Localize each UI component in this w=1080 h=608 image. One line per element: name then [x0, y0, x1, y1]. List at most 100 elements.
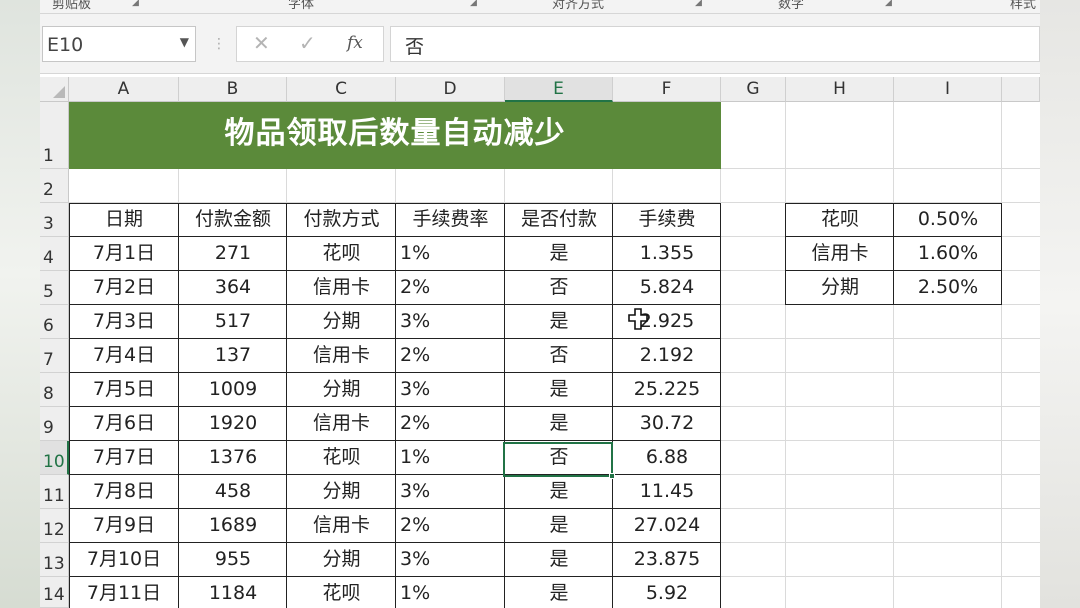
cell-fee[interactable]: 6.88	[613, 441, 721, 475]
cell-fee-rate[interactable]: 3%	[396, 373, 505, 407]
cell-payment-method[interactable]: 信用卡	[287, 339, 396, 373]
cell-date[interactable]: 7月6日	[69, 407, 179, 441]
dialog-launcher-icon[interactable]: ◢	[470, 0, 480, 8]
checkmark-icon[interactable]: ✓	[299, 31, 316, 55]
row-header-3[interactable]: 3	[40, 203, 69, 237]
row-header-9[interactable]: 9	[40, 407, 69, 441]
select-all-button[interactable]	[40, 77, 69, 102]
cell-payment-method[interactable]: 信用卡	[287, 509, 396, 543]
cell-date[interactable]: 7月11日	[69, 577, 179, 608]
cell-fee[interactable]: 23.875	[613, 543, 721, 577]
cell-fee[interactable]: 1.355	[613, 237, 721, 271]
column-header-f[interactable]: F	[613, 77, 721, 102]
cell-date[interactable]: 7月10日	[69, 543, 179, 577]
cell-fee[interactable]: 25.225	[613, 373, 721, 407]
cell-amount[interactable]: 1009	[179, 373, 287, 407]
cell-amount[interactable]: 271	[179, 237, 287, 271]
cell-amount[interactable]: 137	[179, 339, 287, 373]
column-header-a[interactable]: A	[69, 77, 179, 102]
cell-date[interactable]: 7月2日	[69, 271, 179, 305]
cell-paid[interactable]: 是	[505, 407, 613, 441]
cell-date[interactable]: 7月1日	[69, 237, 179, 271]
header-cell-payment-method[interactable]: 付款方式	[287, 203, 396, 237]
column-header-d[interactable]: D	[396, 77, 505, 102]
ribbon-group-alignment[interactable]: 对齐方式	[552, 0, 604, 12]
rate-value-cell[interactable]: 2.50%	[894, 271, 1002, 305]
cell-fee[interactable]: 5.824	[613, 271, 721, 305]
row-header-13[interactable]: 13	[40, 543, 69, 577]
cell-fee-rate[interactable]: 1%	[396, 237, 505, 271]
cell-amount[interactable]: 1184	[179, 577, 287, 608]
name-box[interactable]: E10 ▼	[42, 26, 196, 62]
cell-payment-method[interactable]: 分期	[287, 373, 396, 407]
header-cell-fee-rate[interactable]: 手续费率	[396, 203, 505, 237]
dialog-launcher-icon[interactable]: ◢	[132, 0, 142, 8]
rate-value-cell[interactable]: 0.50%	[894, 203, 1002, 237]
header-cell-amount[interactable]: 付款金额	[179, 203, 287, 237]
header-cell-fee[interactable]: 手续费	[613, 203, 721, 237]
cell-fee-rate[interactable]: 3%	[396, 475, 505, 509]
row-header-14[interactable]: 14	[40, 577, 69, 608]
dialog-launcher-icon[interactable]: ◢	[885, 0, 895, 8]
cell-fee-rate[interactable]: 2%	[396, 339, 505, 373]
cell-payment-method[interactable]: 分期	[287, 543, 396, 577]
fill-handle[interactable]	[609, 473, 615, 479]
cell-payment-method[interactable]: 花呗	[287, 577, 396, 608]
cell-date[interactable]: 7月4日	[69, 339, 179, 373]
ribbon-group-styles[interactable]: 样式	[1010, 0, 1036, 12]
header-cell-date[interactable]: 日期	[69, 203, 179, 237]
column-header-g[interactable]: G	[721, 77, 786, 102]
ribbon-group-clipboard[interactable]: 剪贴板	[52, 0, 91, 12]
row-header-4[interactable]: 4	[40, 237, 69, 271]
cell-date[interactable]: 7月3日	[69, 305, 179, 339]
row-header-6[interactable]: 6	[40, 305, 69, 339]
cell-fee-rate[interactable]: 1%	[396, 441, 505, 475]
cell-fee-rate[interactable]: 3%	[396, 305, 505, 339]
cell-amount[interactable]: 1689	[179, 509, 287, 543]
rate-method-cell[interactable]: 花呗	[786, 203, 894, 237]
cell-amount[interactable]: 458	[179, 475, 287, 509]
chevron-down-icon[interactable]: ▼	[180, 35, 189, 49]
spreadsheet-grid[interactable]: A B C D E F G H I 1 2 3 4 5 6 7 8 9 10 1…	[40, 77, 1040, 608]
cell-fee-rate[interactable]: 2%	[396, 407, 505, 441]
cell-paid[interactable]: 是	[505, 543, 613, 577]
cell-paid[interactable]: 否	[505, 271, 613, 305]
cell-amount[interactable]: 364	[179, 271, 287, 305]
cell-date[interactable]: 7月8日	[69, 475, 179, 509]
cell-paid[interactable]: 是	[505, 373, 613, 407]
row-header-10[interactable]: 10	[40, 441, 69, 475]
cell-fee[interactable]: 11.45	[613, 475, 721, 509]
row-header-8[interactable]: 8	[40, 373, 69, 407]
cell-paid[interactable]: 否	[505, 339, 613, 373]
column-header-c[interactable]: C	[287, 77, 396, 102]
cell-paid[interactable]: 是	[505, 509, 613, 543]
cell-date[interactable]: 7月5日	[69, 373, 179, 407]
cell-fee-rate[interactable]: 1%	[396, 577, 505, 608]
cell-amount[interactable]: 955	[179, 543, 287, 577]
cell-date[interactable]: 7月9日	[69, 509, 179, 543]
cell-fee[interactable]: 30.72	[613, 407, 721, 441]
cell-fee-rate[interactable]: 2%	[396, 509, 505, 543]
row-header-1[interactable]: 1	[40, 102, 69, 169]
column-header-i[interactable]: I	[894, 77, 1002, 102]
cell-payment-method[interactable]: 分期	[287, 305, 396, 339]
dialog-launcher-icon[interactable]: ◢	[695, 0, 705, 8]
cell-paid[interactable]: 是	[505, 475, 613, 509]
column-header-next[interactable]	[1002, 77, 1040, 102]
rate-method-cell[interactable]: 分期	[786, 271, 894, 305]
cell-paid[interactable]: 是	[505, 237, 613, 271]
column-header-h[interactable]: H	[786, 77, 894, 102]
cell-amount[interactable]: 1920	[179, 407, 287, 441]
cell-fee[interactable]: 2.192	[613, 339, 721, 373]
cell-payment-method[interactable]: 分期	[287, 475, 396, 509]
ribbon-group-font[interactable]: 字体	[288, 0, 314, 12]
cancel-icon[interactable]: ✕	[253, 31, 270, 55]
rate-method-cell[interactable]: 信用卡	[786, 237, 894, 271]
cell-payment-method[interactable]: 花呗	[287, 237, 396, 271]
rate-value-cell[interactable]: 1.60%	[894, 237, 1002, 271]
cell-payment-method[interactable]: 花呗	[287, 441, 396, 475]
cell-payment-method[interactable]: 信用卡	[287, 271, 396, 305]
cell-fee[interactable]: 27.024	[613, 509, 721, 543]
cell-fee[interactable]: 5.92	[613, 577, 721, 608]
row-header-7[interactable]: 7	[40, 339, 69, 373]
